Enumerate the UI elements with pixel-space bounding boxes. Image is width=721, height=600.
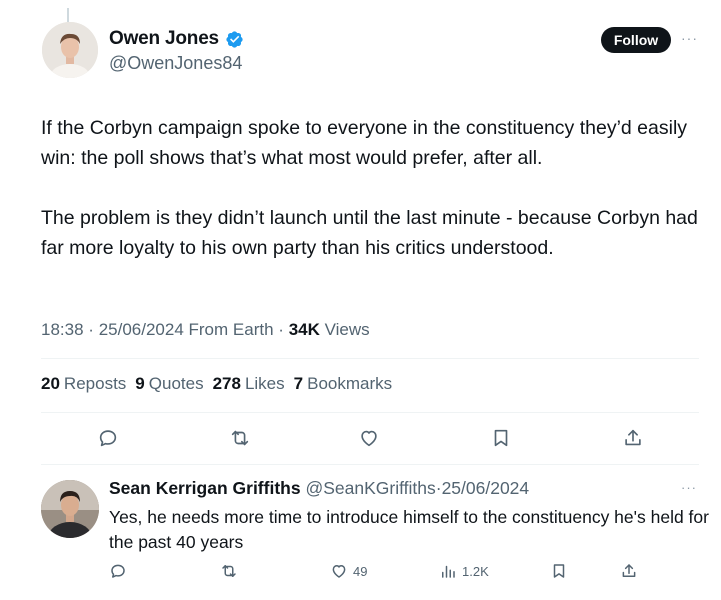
reposts-count: 20: [41, 374, 60, 393]
tweet-paragraph: The problem is they didn’t launch until …: [41, 207, 698, 259]
quotes-count: 9: [135, 374, 145, 393]
author-avatar[interactable]: [42, 22, 98, 78]
views-count: 34K: [288, 320, 320, 339]
reply-likes-count: 49: [353, 563, 368, 579]
like-icon[interactable]: [357, 426, 381, 450]
tweet-action-bar: [0, 426, 721, 452]
tweet-text: If the Corbyn campaign spoke to everyone…: [41, 113, 701, 263]
reply-date[interactable]: 25/06/2024: [442, 478, 530, 498]
bookmarks-count: 7: [293, 374, 304, 393]
reply-reply-icon[interactable]: [109, 562, 127, 580]
reply-share-icon[interactable]: [620, 562, 638, 580]
likes-label: Likes: [244, 374, 285, 393]
meta-separator: ·: [88, 320, 94, 339]
author-name[interactable]: Owen Jones: [109, 28, 219, 50]
reply-bookmark-icon[interactable]: [550, 562, 568, 580]
meta-separator: ·: [278, 320, 284, 339]
engagement-stats: 20 Reposts 9 Quotes 278 Likes 7 Bookmarks: [41, 374, 392, 394]
thread-connector-line: [67, 8, 69, 22]
more-options-icon[interactable]: ···: [681, 30, 698, 46]
reply-text: Yes, he needs more time to introduce him…: [109, 507, 709, 552]
tweet-meta: 18:38 · 25/06/2024 From Earth · 34K View…: [41, 320, 370, 340]
reply-like-icon: [332, 565, 346, 578]
author-handle[interactable]: @OwenJones84: [109, 53, 242, 74]
views-icon: [442, 565, 455, 578]
tweet-time[interactable]: 18:38: [41, 320, 84, 339]
tweet-date[interactable]: 25/06/2024: [99, 320, 184, 339]
quotes-label: Quotes: [148, 374, 204, 393]
reposts-stat[interactable]: 20 Reposts: [41, 374, 126, 394]
repost-icon[interactable]: [228, 426, 252, 450]
divider: [41, 412, 699, 413]
reply-author-handle[interactable]: @SeanKGriffiths: [305, 478, 435, 498]
reply-author-name[interactable]: Sean Kerrigan Griffiths: [109, 478, 301, 498]
verified-badge-icon: [225, 30, 244, 49]
reply-repost-icon[interactable]: [220, 562, 238, 580]
divider: [41, 464, 699, 465]
author-name-row[interactable]: Owen Jones: [109, 28, 244, 50]
views-label: Views: [324, 320, 370, 339]
reply-like-button[interactable]: 49: [330, 562, 367, 580]
reply-icon[interactable]: [96, 426, 120, 450]
follow-button[interactable]: Follow: [601, 27, 671, 53]
likes-stat[interactable]: 278 Likes: [213, 374, 285, 394]
reply-more-options-icon[interactable]: ···: [681, 480, 697, 495]
reposts-label: Reposts: [63, 374, 127, 393]
tweet-source: From Earth: [188, 320, 274, 339]
reply-author-avatar[interactable]: [41, 480, 99, 538]
reply-views-button[interactable]: 1.2K: [439, 562, 489, 580]
tweet-paragraph: If the Corbyn campaign spoke to everyone…: [41, 117, 688, 169]
bookmark-icon[interactable]: [489, 426, 513, 450]
quotes-stat[interactable]: 9 Quotes: [135, 374, 203, 394]
bookmarks-label: Bookmarks: [307, 374, 393, 393]
share-icon[interactable]: [621, 426, 645, 450]
divider: [41, 358, 699, 359]
reply-header: Sean Kerrigan Griffiths @SeanKGriffiths·…: [109, 478, 529, 499]
reply-views-count: 1.2K: [462, 563, 489, 579]
reply-action-bar: 49 1.2K: [0, 562, 721, 584]
bookmarks-stat[interactable]: 7 Bookmarks: [294, 374, 393, 394]
likes-count: 278: [212, 374, 241, 393]
